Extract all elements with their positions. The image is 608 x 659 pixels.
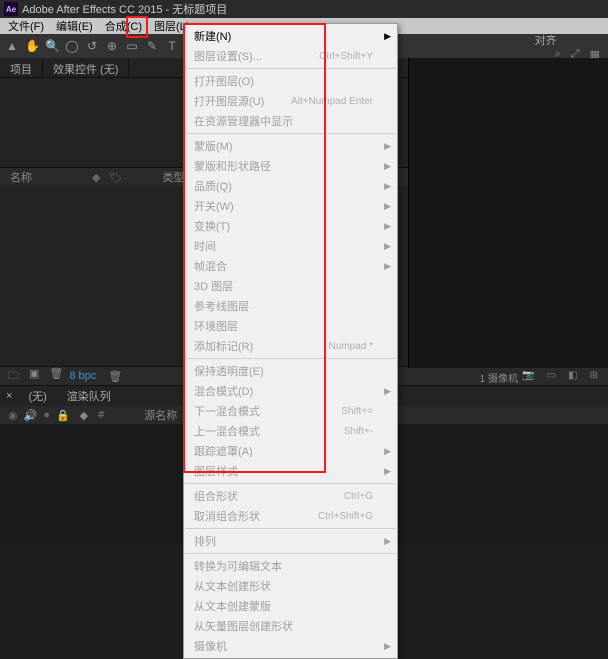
submenu-arrow-icon: ▶: [384, 31, 391, 42]
layer-context-menu: 新建(N)▶ 图层设置(S)...Ctrl+Shift+Y 打开图层(O) 打开…: [183, 23, 398, 659]
folder-icon[interactable]: 🗀: [8, 367, 19, 386]
preview-icons: 📷 ▭ ◧ ⊞: [522, 370, 598, 381]
view-icon[interactable]: ▭: [547, 370, 556, 381]
submenu-arrow-icon: ▶: [384, 466, 391, 477]
menu-item-transform[interactable]: 变换(T)▶: [184, 216, 397, 236]
selection-tool-icon[interactable]: ▲: [5, 39, 19, 53]
preview-panel: [408, 58, 608, 368]
pen-tool-icon[interactable]: ✎: [145, 39, 159, 53]
menu-file[interactable]: 文件(F): [2, 18, 50, 34]
menu-item-frame-blend[interactable]: 帧混合▶: [184, 256, 397, 276]
menu-item-ungroup-shape[interactable]: 取消组合形状Ctrl+Shift+G: [184, 506, 397, 526]
tag-icon[interactable]: ◆: [92, 171, 100, 184]
submenu-arrow-icon: ▶: [384, 141, 391, 152]
menu-item-add-marker[interactable]: 添加标记(R)Numpad *: [184, 336, 397, 356]
rect-tool-icon[interactable]: ▭: [125, 39, 139, 53]
menu-item-prev-blend[interactable]: 上一混合模式Shift+-: [184, 421, 397, 441]
menu-item-preserve-trans[interactable]: 保持透明度(E): [184, 361, 397, 381]
col-type[interactable]: 类型: [162, 169, 184, 185]
new-comp-icon[interactable]: ▣: [29, 367, 39, 386]
submenu-arrow-icon: ▶: [384, 161, 391, 172]
menu-item-guide-layer[interactable]: 参考线图层: [184, 296, 397, 316]
lock-icon[interactable]: 🔒: [56, 409, 70, 422]
menu-separator: [185, 133, 396, 134]
submenu-arrow-icon: ▶: [384, 261, 391, 272]
menu-separator: [185, 528, 396, 529]
hand-tool-icon[interactable]: ✋: [25, 39, 39, 53]
text-tool-icon[interactable]: T: [165, 39, 179, 53]
menu-item-switches[interactable]: 开关(W)▶: [184, 196, 397, 216]
menu-edit[interactable]: 编辑(E): [50, 18, 99, 34]
guides-icon[interactable]: ⊞: [590, 370, 598, 381]
anchor-tool-icon[interactable]: ⊕: [105, 39, 119, 53]
menu-item-blend-mode[interactable]: 混合模式(D)▶: [184, 381, 397, 401]
submenu-arrow-icon: ▶: [384, 446, 391, 457]
toolbar-right: 对齐 ⌕ ⤢ ▦: [535, 32, 608, 61]
app-title: Adobe After Effects CC 2015 - 无标题项目: [22, 1, 227, 17]
submenu-arrow-icon: ▶: [384, 181, 391, 192]
tab-render-queue[interactable]: 渲染队列: [57, 385, 121, 407]
visibility-icon[interactable]: ◉: [8, 409, 18, 422]
close-icon[interactable]: ×: [0, 390, 18, 402]
menu-item-env-layer[interactable]: 环境图层: [184, 316, 397, 336]
menu-separator: [185, 553, 396, 554]
orbit-tool-icon[interactable]: ◯: [65, 39, 79, 53]
bpc-label[interactable]: 8 bpc: [69, 370, 96, 382]
menu-item-open-layer[interactable]: 打开图层(O): [184, 71, 397, 91]
col-name[interactable]: 名称: [10, 169, 32, 185]
titlebar: Ae Adobe After Effects CC 2015 - 无标题项目: [0, 0, 608, 18]
tab-none[interactable]: (无): [18, 385, 56, 407]
menu-item-group-shape[interactable]: 组合形状Ctrl+G: [184, 486, 397, 506]
submenu-arrow-icon: ▶: [384, 386, 391, 397]
menu-item-reveal[interactable]: 在资源管理器中显示: [184, 111, 397, 131]
menu-item-mask[interactable]: 蒙版(M)▶: [184, 136, 397, 156]
menu-item-layer-settings[interactable]: 图层设置(S)...Ctrl+Shift+Y: [184, 46, 397, 66]
label-icon[interactable]: 🏷: [108, 171, 122, 184]
annotation-box-small: [126, 16, 148, 38]
audio-icon[interactable]: 🔊: [24, 409, 38, 422]
mask-toggle-icon[interactable]: ◧: [568, 370, 577, 381]
submenu-arrow-icon: ▶: [384, 201, 391, 212]
app-logo: Ae: [4, 2, 18, 16]
menu-item-track-matte[interactable]: 跟踪遮罩(A)▶: [184, 441, 397, 461]
submenu-arrow-icon: ▶: [384, 641, 391, 652]
menu-item-camera[interactable]: 摄像机▶: [184, 636, 397, 656]
menu-item-mask-shape[interactable]: 蒙版和形状路径▶: [184, 156, 397, 176]
menu-item-open-layer-source[interactable]: 打开图层源(U)Alt+Numpad Enter: [184, 91, 397, 111]
submenu-arrow-icon: ▶: [384, 241, 391, 252]
active-camera[interactable]: 1 摄像机: [480, 370, 518, 385]
menu-separator: [185, 358, 396, 359]
menu-separator: [185, 483, 396, 484]
menu-item-arrange[interactable]: 排列▶: [184, 531, 397, 551]
comp-trash-icon[interactable]: 🗑: [108, 370, 122, 383]
trash-icon[interactable]: 🗑: [49, 367, 63, 386]
tab-project[interactable]: 项目: [0, 58, 43, 77]
index-icon[interactable]: #: [98, 409, 104, 421]
zoom-tool-icon[interactable]: 🔍: [45, 39, 59, 53]
menu-item-time[interactable]: 时间▶: [184, 236, 397, 256]
tab-effect-controls[interactable]: 效果控件 (无): [43, 58, 129, 77]
menu-item-3d-layer[interactable]: 3D 图层: [184, 276, 397, 296]
menu-item-create-shape-vector[interactable]: 从矢量图层创建形状: [184, 616, 397, 636]
menu-item-convert-editable[interactable]: 转换为可编辑文本: [184, 556, 397, 576]
menu-item-quality[interactable]: 品质(Q)▶: [184, 176, 397, 196]
menu-item-new[interactable]: 新建(N)▶: [184, 26, 397, 46]
align-label[interactable]: 对齐: [535, 35, 557, 47]
menu-item-layer-style[interactable]: 图层样式▶: [184, 461, 397, 481]
col-source-name[interactable]: 源名称: [144, 407, 177, 423]
menu-item-next-blend[interactable]: 下一混合模式Shift+=: [184, 401, 397, 421]
menu-item-create-shape-text[interactable]: 从文本创建形状: [184, 576, 397, 596]
menu-separator: [185, 68, 396, 69]
label-color-icon[interactable]: ◆: [80, 409, 88, 422]
solo-icon[interactable]: ●: [43, 409, 50, 422]
camera-icon[interactable]: 📷: [522, 370, 534, 381]
rotate-tool-icon[interactable]: ↺: [85, 39, 99, 53]
submenu-arrow-icon: ▶: [384, 221, 391, 232]
menu-item-create-mask-text[interactable]: 从文本创建蒙版: [184, 596, 397, 616]
